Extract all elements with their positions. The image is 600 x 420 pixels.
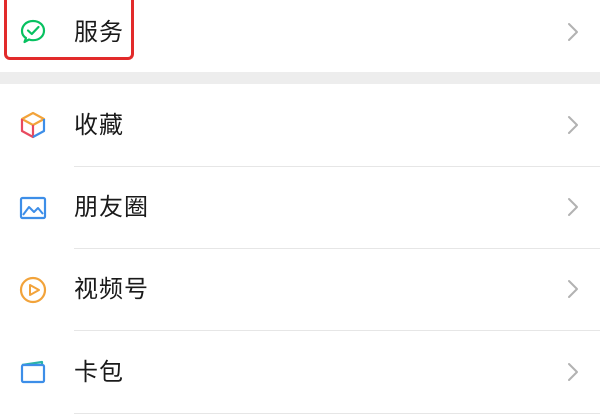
favorites-cube-icon [18,110,48,140]
menu-item-label: 收藏 [74,111,124,139]
channels-play-icon [18,275,48,305]
chevron-right-icon [566,278,580,300]
chevron-right-icon [566,361,580,383]
menu-item-label: 服务 [74,18,124,46]
me-menu-screen: 服务 收藏 朋友圈 视频号 卡包 [0,0,600,420]
menu-item-moments[interactable]: 朋友圈 [0,167,600,248]
menu-item-label: 视频号 [74,275,149,303]
row-divider [74,413,600,414]
section-gap [0,72,600,84]
card-wallet-icon [18,357,48,387]
menu-item-service[interactable]: 服务 [0,0,600,72]
moments-picture-icon [18,193,48,223]
menu-item-favorites[interactable]: 收藏 [0,84,600,166]
menu-item-label: 卡包 [74,358,124,386]
chevron-right-icon [566,114,580,136]
service-check-icon [18,16,48,46]
menu-item-channels[interactable]: 视频号 [0,249,600,330]
menu-item-label: 朋友圈 [74,193,149,221]
chevron-right-icon [566,196,580,218]
menu-item-card-wallet[interactable]: 卡包 [0,331,600,413]
chevron-right-icon [566,21,580,43]
